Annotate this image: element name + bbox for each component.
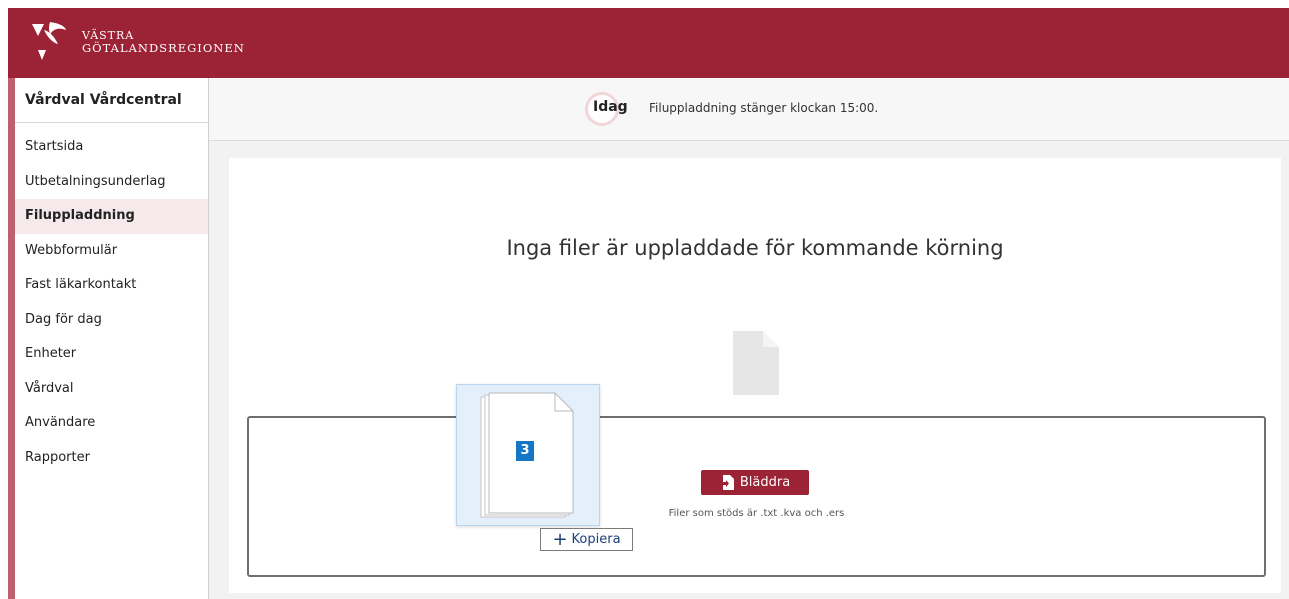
copy-tooltip: + Kopiera: [540, 528, 633, 551]
plus-icon: +: [552, 528, 568, 550]
document-icon: [733, 331, 779, 395]
sidebar-item-fast-lakarkontakt[interactable]: Fast läkarkontakt: [15, 268, 208, 303]
logo-line2: GÖTALANDSREGIONEN: [82, 41, 245, 55]
sidebar-item-rapporter[interactable]: Rapporter: [15, 441, 208, 476]
sidebar-item-vardval[interactable]: Vårdval: [15, 372, 208, 407]
sidebar-title: Vårdval Vårdcentral: [25, 92, 182, 108]
file-dropzone[interactable]: Bläddra Filer som stöds är .txt .kva och…: [247, 416, 1266, 577]
upload-card: Inga filer är uppladdade för kommande kö…: [229, 158, 1281, 593]
vgr-emblem-icon: [32, 22, 66, 60]
drag-preview: 3: [456, 384, 600, 526]
sidebar-item-startsida[interactable]: Startsida: [15, 130, 208, 165]
vgr-logo[interactable]: VÄSTRA GÖTALANDSREGIONEN: [30, 20, 244, 70]
top-header-bar: VÄSTRA GÖTALANDSREGIONEN: [8, 8, 1289, 78]
notice-label: Idag: [593, 99, 628, 115]
sidebar-item-enheter[interactable]: Enheter: [15, 337, 208, 372]
browse-label: Bläddra: [739, 475, 791, 490]
page-heading: Inga filer är uppladdade för kommande kö…: [506, 236, 1004, 260]
sidebar-item-webbformular[interactable]: Webbformulär: [15, 234, 208, 269]
browse-button[interactable]: Bläddra: [701, 470, 809, 495]
sidebar-accent-stripe: [8, 78, 15, 599]
notice-text: Filuppladdning stänger klockan 15:00.: [649, 101, 879, 115]
sidebar: Vårdval Vårdcentral Startsida Utbetalnin…: [15, 78, 209, 599]
sidebar-item-anvandare[interactable]: Användare: [15, 406, 208, 441]
sidebar-item-filuppladdning[interactable]: Filuppladdning: [15, 199, 208, 234]
sidebar-nav: Startsida Utbetalningsunderlag Filupplad…: [15, 130, 208, 475]
sidebar-item-utbetalningsunderlag[interactable]: Utbetalningsunderlag: [15, 165, 208, 200]
sidebar-item-dag-for-dag[interactable]: Dag för dag: [15, 303, 208, 338]
copy-label: Kopiera: [571, 532, 621, 547]
file-import-icon: [719, 475, 734, 490]
file-count-badge: 3: [516, 441, 534, 461]
notice-banner: Idag Filuppladdning stänger klockan 15:0…: [209, 78, 1289, 141]
divider: [15, 122, 208, 123]
supported-files-text: Filer som stöds är .txt .kva och .ers: [668, 508, 845, 519]
